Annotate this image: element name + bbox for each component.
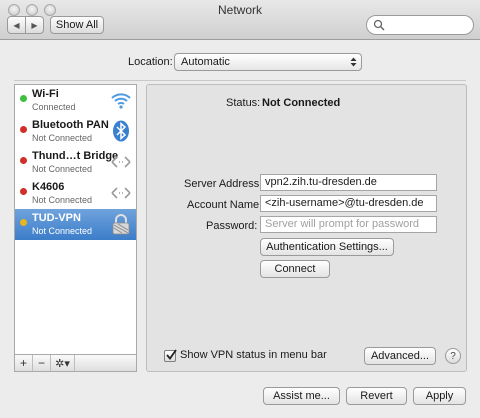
assist-me-button[interactable]: Assist me... bbox=[263, 387, 340, 405]
thunderbolt-bridge-icon bbox=[111, 156, 131, 168]
service-status: Not Connected bbox=[32, 133, 93, 143]
service-name: Wi-Fi bbox=[32, 88, 59, 100]
bluetooth-icon bbox=[113, 120, 129, 142]
network-preferences-window: Network ◀ ▶ Show All Location: Automatic bbox=[0, 0, 480, 418]
status-dot bbox=[20, 95, 27, 102]
authentication-settings-button[interactable]: Authentication Settings... bbox=[260, 238, 394, 256]
advanced-button[interactable]: Advanced... bbox=[364, 347, 436, 365]
service-status: Not Connected bbox=[32, 195, 93, 205]
chevron-left-icon: ◀ bbox=[13, 20, 20, 30]
forward-button[interactable]: ▶ bbox=[25, 17, 43, 33]
remove-service-button[interactable]: − bbox=[33, 355, 51, 371]
show-vpn-status-checkbox[interactable] bbox=[164, 349, 177, 362]
chevron-right-icon: ▶ bbox=[31, 20, 38, 30]
show-vpn-status-label: Show VPN status in menu bar bbox=[180, 349, 327, 361]
server-address-label: Server Address: bbox=[184, 178, 263, 190]
checkmark-icon bbox=[166, 349, 177, 360]
status-value: Not Connected bbox=[262, 97, 341, 109]
revert-button[interactable]: Revert bbox=[346, 387, 407, 405]
show-all-button[interactable]: Show All bbox=[50, 16, 104, 34]
password-field[interactable]: Server will prompt for password bbox=[260, 216, 437, 233]
vpn-lock-icon bbox=[112, 214, 130, 235]
wifi-icon bbox=[111, 93, 131, 109]
updown-arrows-icon bbox=[350, 57, 357, 67]
service-list-toolbar: + − ✲▾ bbox=[14, 354, 137, 372]
location-select[interactable]: Automatic bbox=[174, 53, 362, 71]
service-status: Not Connected bbox=[32, 164, 93, 174]
service-item-k4606[interactable]: K4606 Not Connected bbox=[15, 178, 136, 209]
service-status: Connected bbox=[32, 102, 76, 112]
ethernet-arrows-icon bbox=[111, 187, 131, 199]
status-dot bbox=[20, 188, 27, 195]
status-label: Status: bbox=[226, 97, 261, 109]
service-item-tud-vpn[interactable]: TUD-VPN Not Connected bbox=[15, 209, 136, 240]
toolbar: Network ◀ ▶ Show All bbox=[0, 0, 480, 40]
connect-button[interactable]: Connect bbox=[260, 260, 330, 278]
search-input[interactable] bbox=[366, 15, 474, 35]
back-forward-group: ◀ ▶ bbox=[7, 16, 44, 34]
status-dot bbox=[20, 157, 27, 164]
service-item-wifi[interactable]: Wi-Fi Connected bbox=[15, 85, 136, 116]
service-item-thunderbolt-bridge[interactable]: Thund…t Bridge Not Connected bbox=[15, 147, 136, 178]
service-list: Wi-Fi Connected Bluetooth PAN Not Connec… bbox=[14, 84, 137, 354]
help-button[interactable]: ? bbox=[445, 348, 461, 364]
service-name: Thund…t Bridge bbox=[32, 150, 119, 162]
divider bbox=[14, 80, 466, 81]
apply-button[interactable]: Apply bbox=[413, 387, 466, 405]
location-value: Automatic bbox=[181, 56, 230, 68]
back-button[interactable]: ◀ bbox=[8, 17, 25, 33]
search-icon bbox=[373, 19, 385, 31]
location-label: Location: bbox=[128, 56, 173, 68]
service-status: Not Connected bbox=[32, 226, 93, 236]
password-label: Password: bbox=[206, 220, 258, 232]
service-name: Bluetooth PAN bbox=[32, 119, 109, 131]
service-name: K4606 bbox=[32, 181, 65, 193]
server-address-field[interactable]: vpn2.zih.tu-dresden.de bbox=[260, 174, 437, 191]
account-name-label: Account Name: bbox=[187, 199, 263, 211]
service-item-bluetooth-pan[interactable]: Bluetooth PAN Not Connected bbox=[15, 116, 136, 147]
gear-menu-button[interactable]: ✲▾ bbox=[51, 355, 75, 371]
service-name: TUD-VPN bbox=[32, 212, 81, 224]
status-dot bbox=[20, 126, 27, 133]
account-name-field[interactable]: <zih-username>@tu-dresden.de bbox=[260, 195, 437, 212]
add-service-button[interactable]: + bbox=[15, 355, 33, 371]
status-dot bbox=[20, 219, 27, 226]
